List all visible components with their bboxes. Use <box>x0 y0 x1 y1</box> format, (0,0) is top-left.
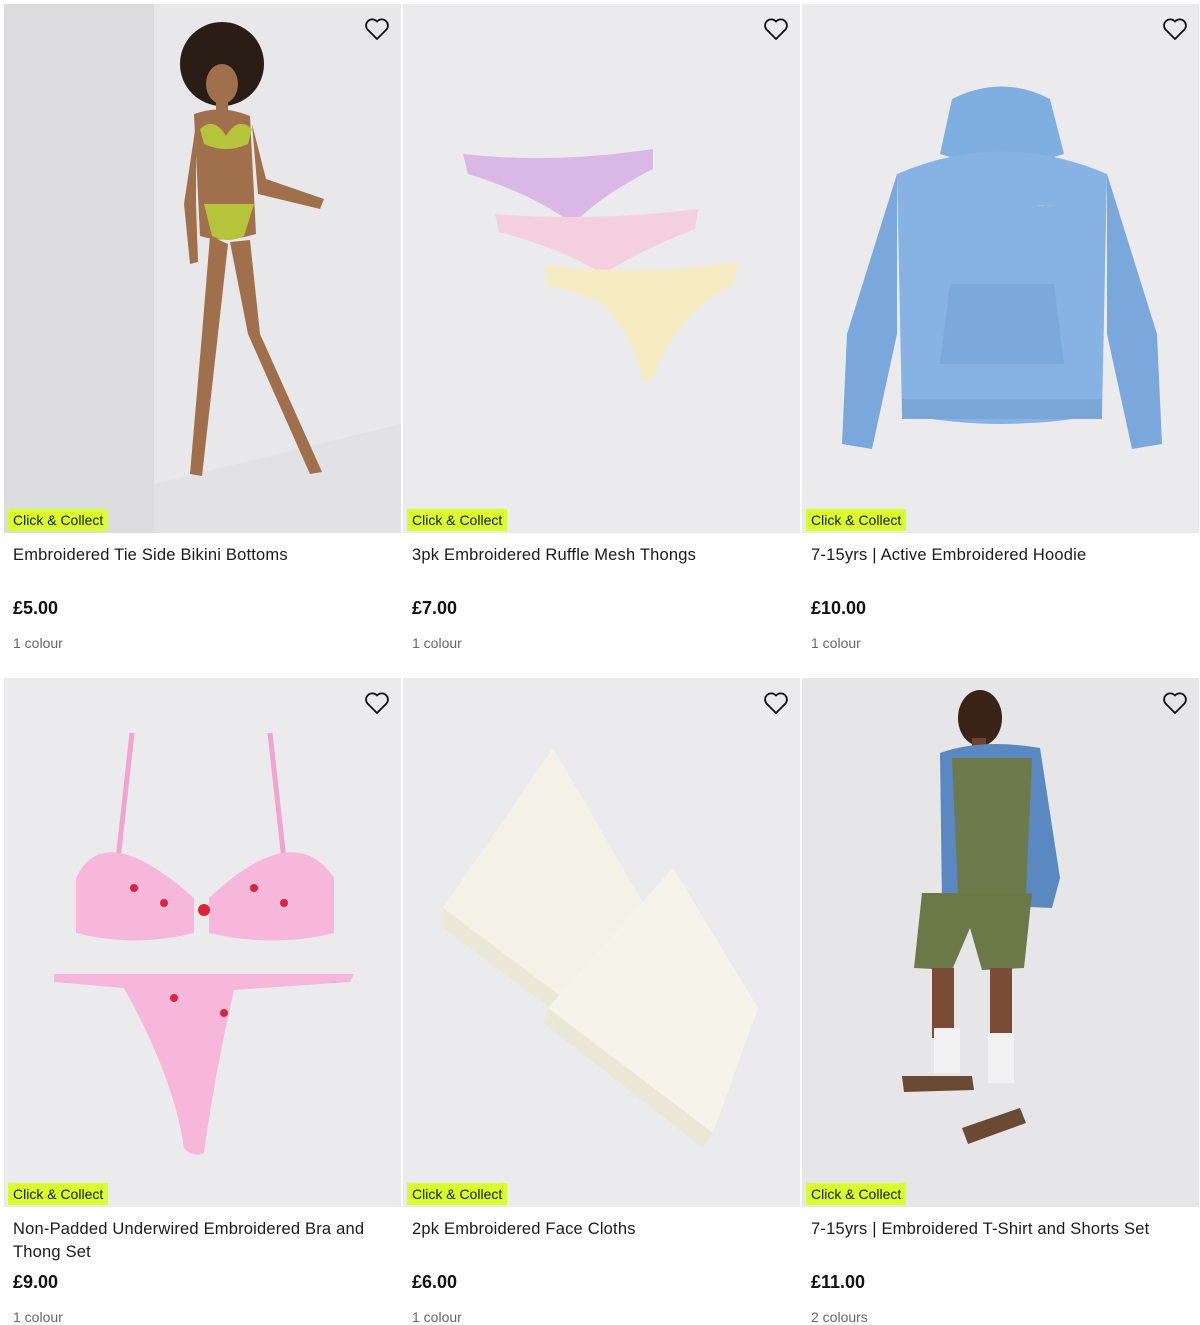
click-collect-badge: Click & Collect <box>8 1183 109 1205</box>
thongs-pack-image <box>403 4 800 533</box>
face-cloths-image <box>403 678 800 1207</box>
product-grid: Click & Collect Embroidered Tie Side Bik… <box>0 0 1200 1325</box>
heart-outline-icon[interactable] <box>1162 691 1188 715</box>
product-colours: 1 colour <box>13 1309 63 1325</box>
product-card[interactable]: Click & Collect Non-Padded Underwired Em… <box>4 678 401 1325</box>
pink-bra-set-image <box>4 678 401 1207</box>
blue-hoodie-image: ~~ <box>802 4 1199 533</box>
product-title[interactable]: Embroidered Tie Side Bikini Bottoms <box>13 544 393 567</box>
product-card[interactable]: ~~ Click & Collect 7-15yrs | Active Embr… <box>802 4 1199 651</box>
product-image[interactable]: Click & Collect <box>403 678 800 1207</box>
product-price: £11.00 <box>811 1272 866 1292</box>
heart-outline-icon[interactable] <box>364 17 390 41</box>
heart-outline-icon[interactable] <box>1162 17 1188 41</box>
product-title[interactable]: 7-15yrs | Embroidered T-Shirt and Shorts… <box>811 1218 1191 1241</box>
product-price: £6.00 <box>412 1272 458 1292</box>
product-colours: 1 colour <box>412 1309 462 1325</box>
product-image[interactable]: ~~ Click & Collect <box>802 4 1199 533</box>
product-card[interactable]: Click & Collect 3pk Embroidered Ruffle M… <box>403 4 800 651</box>
product-image[interactable]: Click & Collect <box>4 4 401 533</box>
product-image[interactable]: Click & Collect <box>802 678 1199 1207</box>
product-image[interactable]: Click & Collect <box>4 678 401 1207</box>
product-image[interactable]: Click & Collect <box>403 4 800 533</box>
product-price: £9.00 <box>13 1272 59 1292</box>
product-card[interactable]: Click & Collect 2pk Embroidered Face Clo… <box>403 678 800 1325</box>
kid-tshirt-shorts-image <box>802 678 1199 1207</box>
product-colours: 1 colour <box>412 635 462 651</box>
product-card[interactable]: Click & Collect Embroidered Tie Side Bik… <box>4 4 401 651</box>
click-collect-badge: Click & Collect <box>806 509 907 531</box>
heart-outline-icon[interactable] <box>763 17 789 41</box>
product-colours: 1 colour <box>811 635 861 651</box>
product-price: £10.00 <box>811 598 867 618</box>
product-card[interactable]: Click & Collect 7-15yrs | Embroidered T-… <box>802 678 1199 1325</box>
product-title[interactable]: 7-15yrs | Active Embroidered Hoodie <box>811 544 1191 567</box>
product-colours: 1 colour <box>13 635 63 651</box>
product-title[interactable]: 2pk Embroidered Face Cloths <box>412 1218 792 1241</box>
model-bikini-image <box>4 4 401 533</box>
svg-text:~~: ~~ <box>1037 201 1054 212</box>
click-collect-badge: Click & Collect <box>407 1183 508 1205</box>
product-title[interactable]: Non-Padded Underwired Embroidered Bra an… <box>13 1218 393 1264</box>
click-collect-badge: Click & Collect <box>407 509 508 531</box>
heart-outline-icon[interactable] <box>364 691 390 715</box>
product-title[interactable]: 3pk Embroidered Ruffle Mesh Thongs <box>412 544 792 567</box>
product-colours: 2 colours <box>811 1309 868 1325</box>
click-collect-badge: Click & Collect <box>8 509 109 531</box>
click-collect-badge: Click & Collect <box>806 1183 907 1205</box>
heart-outline-icon[interactable] <box>763 691 789 715</box>
product-price: £7.00 <box>412 598 458 618</box>
product-price: £5.00 <box>13 598 59 618</box>
